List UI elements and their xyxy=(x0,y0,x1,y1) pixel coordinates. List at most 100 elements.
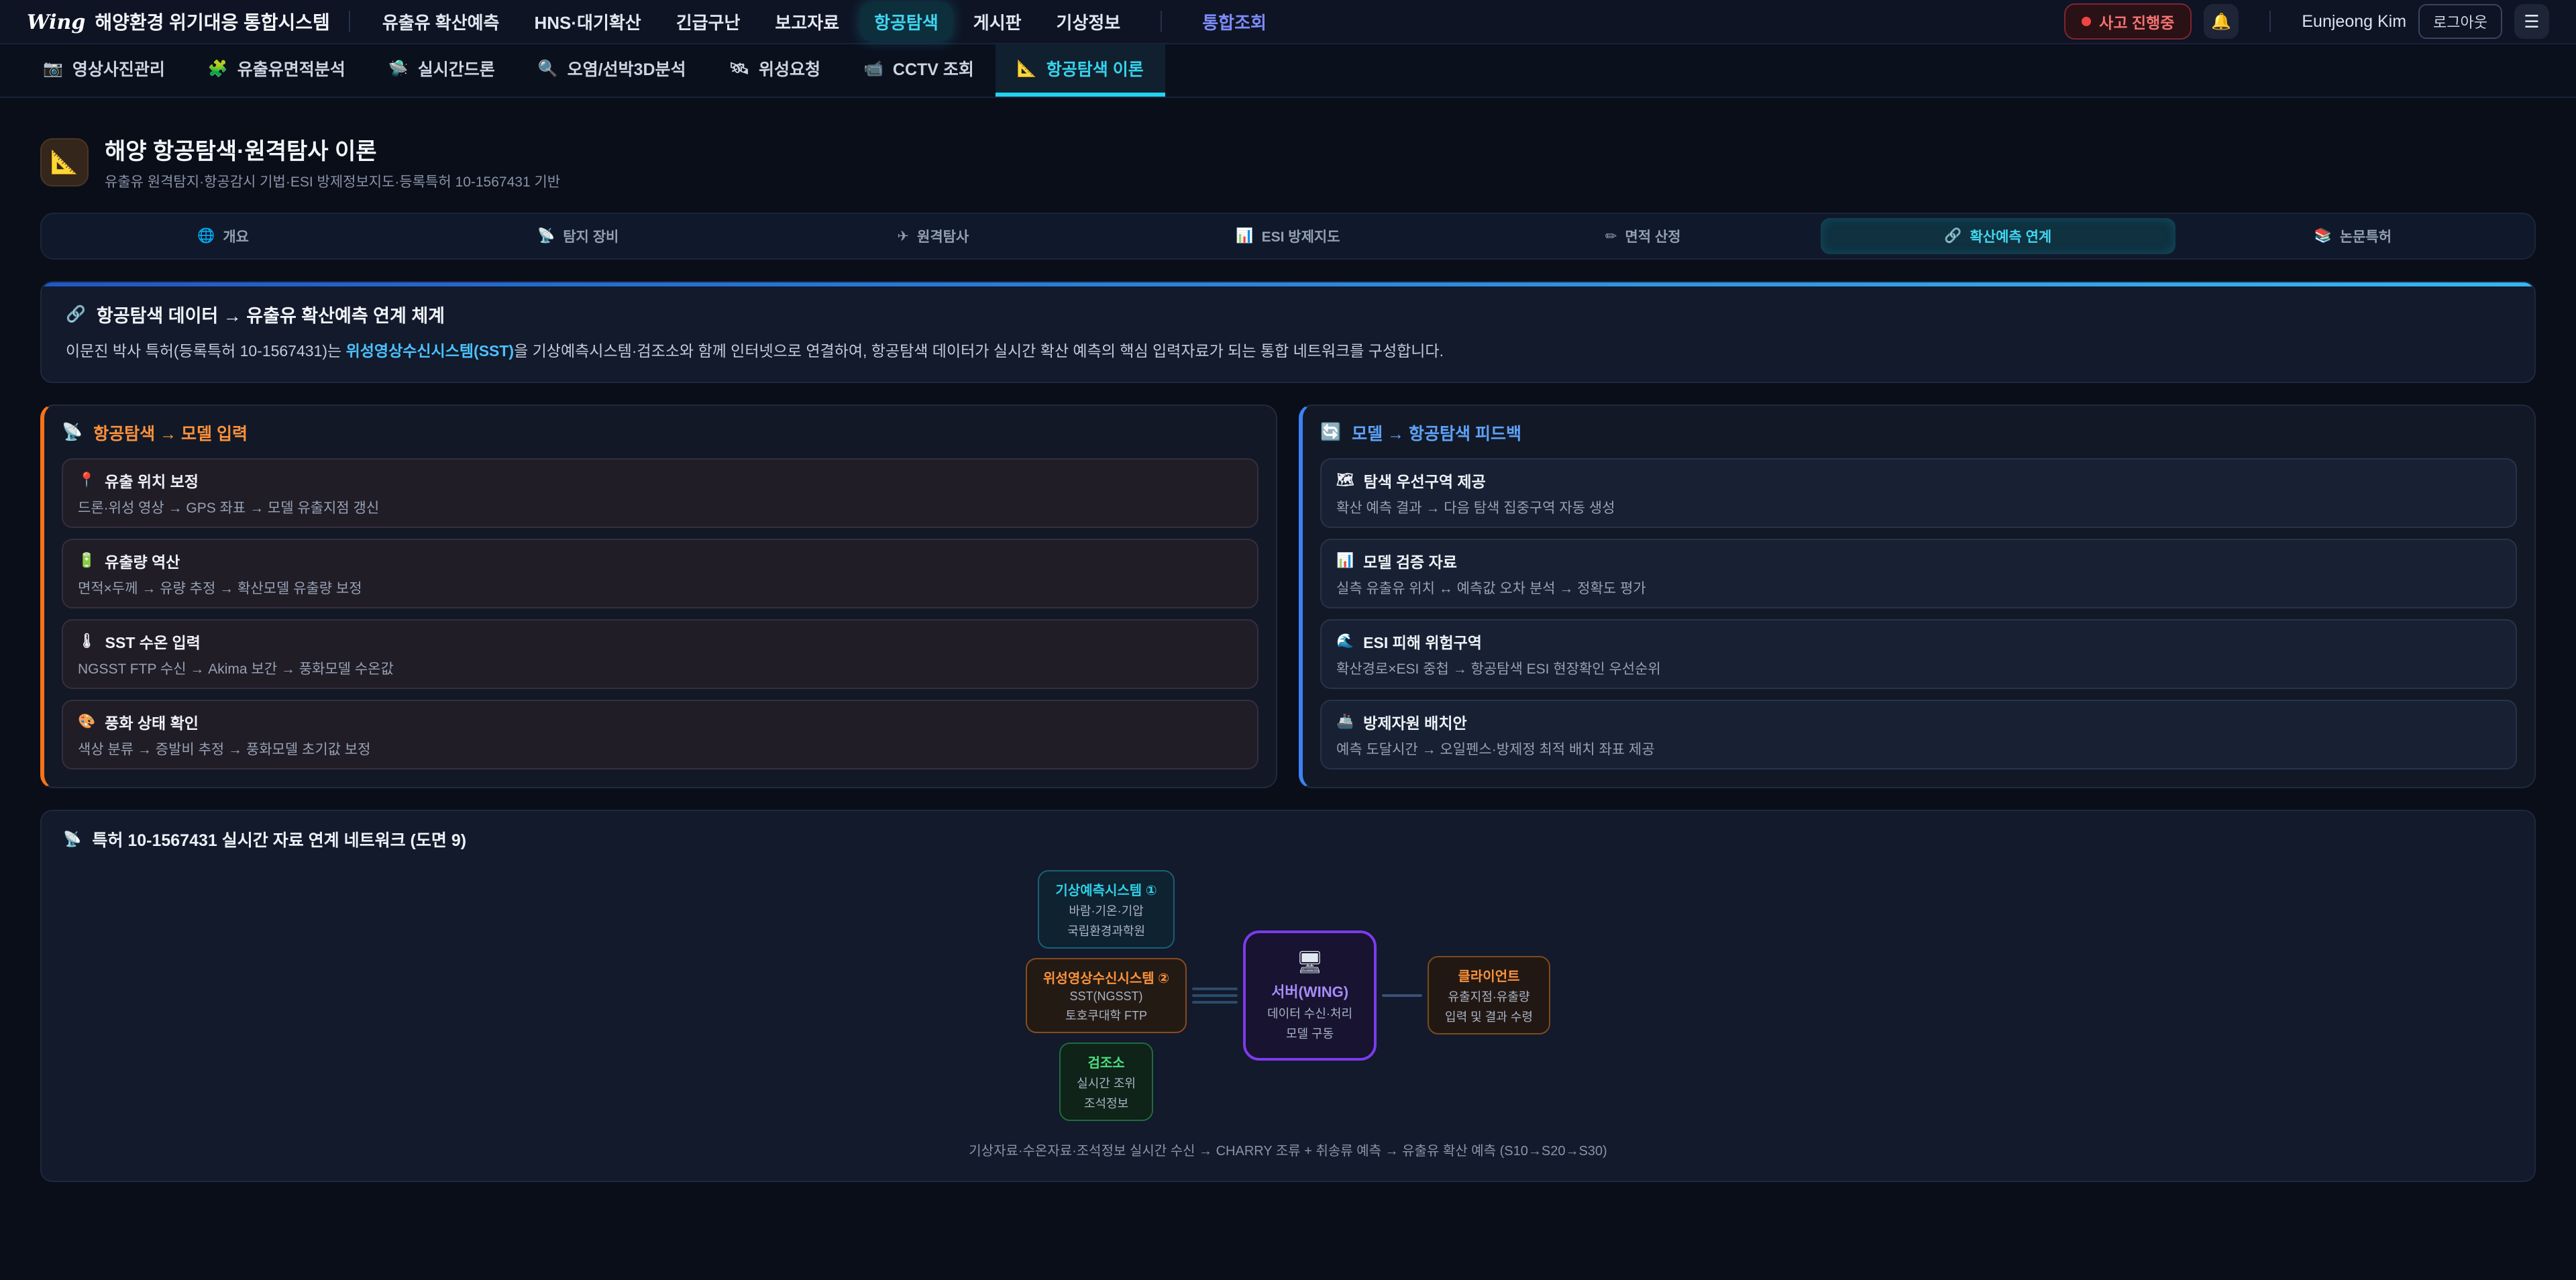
battery-icon: 🔋 xyxy=(78,553,95,569)
tab-detection-equipment[interactable]: 📡 탐지 장비 xyxy=(400,218,755,254)
desc-text-post: 을 기상예측시스템·검조소와 함께 인터넷으로 연결하여, 항공탐색 데이터가 … xyxy=(514,342,1444,360)
tab-overview[interactable]: 🌐 개요 xyxy=(46,218,400,254)
app-root: Wing 해양환경 위기대응 통합시스템 유출유 확산예측 HNS·대기확산 긴… xyxy=(0,0,2576,1280)
item-desc: NGSST FTP 수신 → Akima 보간 → 풍화모델 수온값 xyxy=(78,658,1242,678)
main-content: 📐 해양 항공탐색·원격탐사 이론 유출유 원격탐지·항공감시 기법·ESI 방… xyxy=(0,133,2576,1236)
subnav-label: 영상사진관리 xyxy=(72,56,165,81)
sub-navbar: 📷 영상사진관리 🧩 유출유면적분석 🛸 실시간드론 🔍 오염/선박3D분석 🛰… xyxy=(0,44,2576,98)
tab-area-calculation[interactable]: ✏ 면적 산정 xyxy=(1466,218,1821,254)
card-item-response-resources: 🚢 방제자원 배치안 예측 도달시간 → 오일펜스·방제정 최적 배치 좌표 제… xyxy=(1320,700,2517,769)
bar-chart-icon: 📊 xyxy=(1336,553,1354,569)
subnav-item-aerial-search-theory[interactable]: 📐 항공탐색 이론 xyxy=(996,44,1165,97)
subnav-item-oil-area-analysis[interactable]: 🧩 유출유면적분석 xyxy=(186,44,367,97)
linkage-cards-row: 📡 항공탐색 → 모델 입력 📍 유출 위치 보정 드론·위성 영상 → GPS… xyxy=(40,405,2536,788)
single-link-connector xyxy=(1382,994,1422,997)
card-title: 모델 → 항공탐색 피드백 xyxy=(1352,421,1521,445)
palette-icon: 🎨 xyxy=(78,714,95,730)
item-title: 풍화 상태 확인 xyxy=(105,710,199,733)
map-icon: 🗺 xyxy=(1336,472,1354,488)
node-title: 위성영상수신시스템 ② xyxy=(1043,967,1169,987)
node-title: 클라이언트 xyxy=(1445,965,1533,985)
card-item-model-validation: 📊 모델 검증 자료 실측 유출유 위치 ↔ 예측값 오차 분석 → 정확도 평… xyxy=(1320,539,2517,608)
wing-logo-text: Wing xyxy=(27,11,85,34)
subnav-item-cctv[interactable]: 📹 CCTV 조회 xyxy=(842,44,996,97)
section-description: 이문진 박사 특허(등록특허 10-1567431)는 위성영상수신시스템(SS… xyxy=(66,339,2510,363)
triple-link-connector xyxy=(1192,988,1238,1004)
nav-accent-divider xyxy=(1161,11,1162,32)
nav-item-integrated-search[interactable]: 통합조회 xyxy=(1189,3,1280,41)
tab-label: 개요 xyxy=(223,226,249,246)
card-item-priority-zone: 🗺 탐색 우선구역 제공 확산 예측 결과 → 다음 탐색 집중구역 자동 생성 xyxy=(1320,458,2517,528)
incident-badge-label: 사고 진행중 xyxy=(2099,10,2174,33)
node-weather-system: 기상예측시스템 ① 바람·기온·기압 국립환경과학원 xyxy=(1038,870,1174,949)
node-client: 클라이언트 유출지점·유출량 입력 및 결과 수령 xyxy=(1428,956,1550,1034)
nav-item-aerial-search[interactable]: 항공탐색 xyxy=(861,3,952,41)
subnav-label: 항공탐색 이론 xyxy=(1046,56,1144,81)
page-title: 해양 항공탐색·원격탐사 이론 xyxy=(105,133,560,166)
diagram-title: 📡 특허 10-1567431 실시간 자료 연계 네트워크 (도면 9) xyxy=(63,827,2513,851)
node-title: 서버(WING) xyxy=(1267,980,1352,1002)
page-icon-box: 📐 xyxy=(40,138,89,186)
subnav-item-photo-management[interactable]: 📷 영상사진관리 xyxy=(21,44,186,97)
user-name: Eunjeong Kim xyxy=(2302,12,2406,32)
tab-papers-patents[interactable]: 📚 논문특허 xyxy=(2176,218,2530,254)
patent-network-diagram-panel: 📡 특허 10-1567431 실시간 자료 연계 네트워크 (도면 9) 기상… xyxy=(40,810,2536,1182)
globe-icon: 🌐 xyxy=(197,228,215,244)
page-subtitle: 유출유 원격탐지·항공감시 기법·ESI 방제정보지도·등록특허 10-1567… xyxy=(105,171,560,191)
node-tide-station: 검조소 실시간 조위 조석정보 xyxy=(1059,1043,1153,1121)
node-line: 바람·기온·기압 xyxy=(1055,902,1157,919)
node-line: 실시간 조위 xyxy=(1077,1074,1136,1091)
node-wing-server: 🖥 서버(WING) 데이터 수신·처리 모델 구동 xyxy=(1243,930,1377,1061)
nav-item-oil-spill-prediction[interactable]: 유출유 확산예측 xyxy=(369,3,513,41)
nav-item-emergency-rescue[interactable]: 긴급구난 xyxy=(663,3,754,41)
subnav-label: 위성요청 xyxy=(759,56,820,81)
magnifier-icon: 🔍 xyxy=(538,59,558,78)
top-navbar: Wing 해양환경 위기대응 통합시스템 유출유 확산예측 HNS·대기확산 긴… xyxy=(0,0,2576,44)
item-desc: 면적×두께 → 유량 추정 → 확산모델 유출량 보정 xyxy=(78,578,1242,598)
menu-button[interactable]: ☰ xyxy=(2514,4,2549,39)
tab-label: 면적 산정 xyxy=(1625,226,1680,246)
item-desc: 확산 예측 결과 → 다음 탐색 집중구역 자동 생성 xyxy=(1336,497,2501,517)
chart-icon: 📊 xyxy=(1236,228,1253,244)
ship-icon: 🚢 xyxy=(1336,714,1354,730)
triangle-ruler-icon: 📐 xyxy=(50,149,78,176)
card-search-to-model: 📡 항공탐색 → 모델 입력 📍 유출 위치 보정 드론·위성 영상 → GPS… xyxy=(40,405,1277,788)
subnav-item-pollution-ship-3d[interactable]: 🔍 오염/선박3D분석 xyxy=(517,44,708,97)
item-title: 유출량 역산 xyxy=(105,549,180,572)
node-title: 기상예측시스템 ① xyxy=(1055,879,1157,899)
books-icon: 📚 xyxy=(2314,228,2332,244)
node-line: 데이터 수신·처리 xyxy=(1267,1004,1352,1022)
status-dot-icon xyxy=(2082,17,2091,26)
subnav-item-realtime-drone[interactable]: 🛸 실시간드론 xyxy=(367,44,517,97)
nav-item-weather-info[interactable]: 기상정보 xyxy=(1043,3,1134,41)
subnav-label: CCTV 조회 xyxy=(893,56,974,81)
nav-item-board[interactable]: 게시판 xyxy=(960,3,1035,41)
tab-prediction-linkage[interactable]: 🔗 확산예측 연계 xyxy=(1821,218,2176,254)
tab-label: ESI 방제지도 xyxy=(1262,226,1340,246)
nav-item-reports[interactable]: 보고자료 xyxy=(761,3,853,41)
item-desc: 드론·위성 영상 → GPS 좌표 → 모델 유출지점 갱신 xyxy=(78,497,1242,517)
card-item-spill-location: 📍 유출 위치 보정 드론·위성 영상 → GPS 좌표 → 모델 유출지점 갱… xyxy=(62,458,1258,528)
logout-button[interactable]: 로그아웃 xyxy=(2418,4,2502,39)
node-line: 입력 및 결과 수령 xyxy=(1445,1008,1533,1025)
link-icon: 🔗 xyxy=(66,305,86,324)
linkage-intro-section: 🔗 항공탐색 데이터 → 유출유 확산예측 연계 체계 이문진 박사 특허(등록… xyxy=(40,281,2536,383)
feedback-loop-icon: 🔄 xyxy=(1320,423,1341,442)
tab-esi-map[interactable]: 📊 ESI 방제지도 xyxy=(1110,218,1465,254)
bell-icon: 🔔 xyxy=(2211,12,2231,32)
navbar-right: 사고 진행중 🔔 Eunjeong Kim 로그아웃 ☰ xyxy=(2064,3,2549,40)
pencil-icon: ✏ xyxy=(1605,228,1617,245)
sst-system-link[interactable]: 위성영상수신시스템(SST) xyxy=(346,342,515,360)
tab-remote-sensing[interactable]: ✈ 원격탐사 xyxy=(755,218,1110,254)
diagram-title-text: 특허 10-1567431 실시간 자료 연계 네트워크 (도면 9) xyxy=(92,827,466,851)
notification-button[interactable]: 🔔 xyxy=(2204,4,2239,39)
incident-status-badge[interactable]: 사고 진행중 xyxy=(2064,3,2192,40)
link-icon: 🔗 xyxy=(1944,228,1962,244)
card-item-esi-risk-zone: 🌊 ESI 피해 위험구역 확산경로×ESI 중첩 → 항공탐색 ESI 현장확… xyxy=(1320,619,2517,689)
nav-item-hns-diffusion[interactable]: HNS·대기확산 xyxy=(521,3,654,41)
node-title: 검조소 xyxy=(1077,1052,1136,1071)
desc-text-pre: 이문진 박사 특허(등록특허 10-1567431)는 xyxy=(66,342,346,360)
app-logo: Wing 해양환경 위기대응 통합시스템 xyxy=(27,8,330,35)
tab-label: 탐지 장비 xyxy=(563,226,619,246)
subnav-item-satellite-request[interactable]: 🛰 위성요청 xyxy=(708,44,842,97)
